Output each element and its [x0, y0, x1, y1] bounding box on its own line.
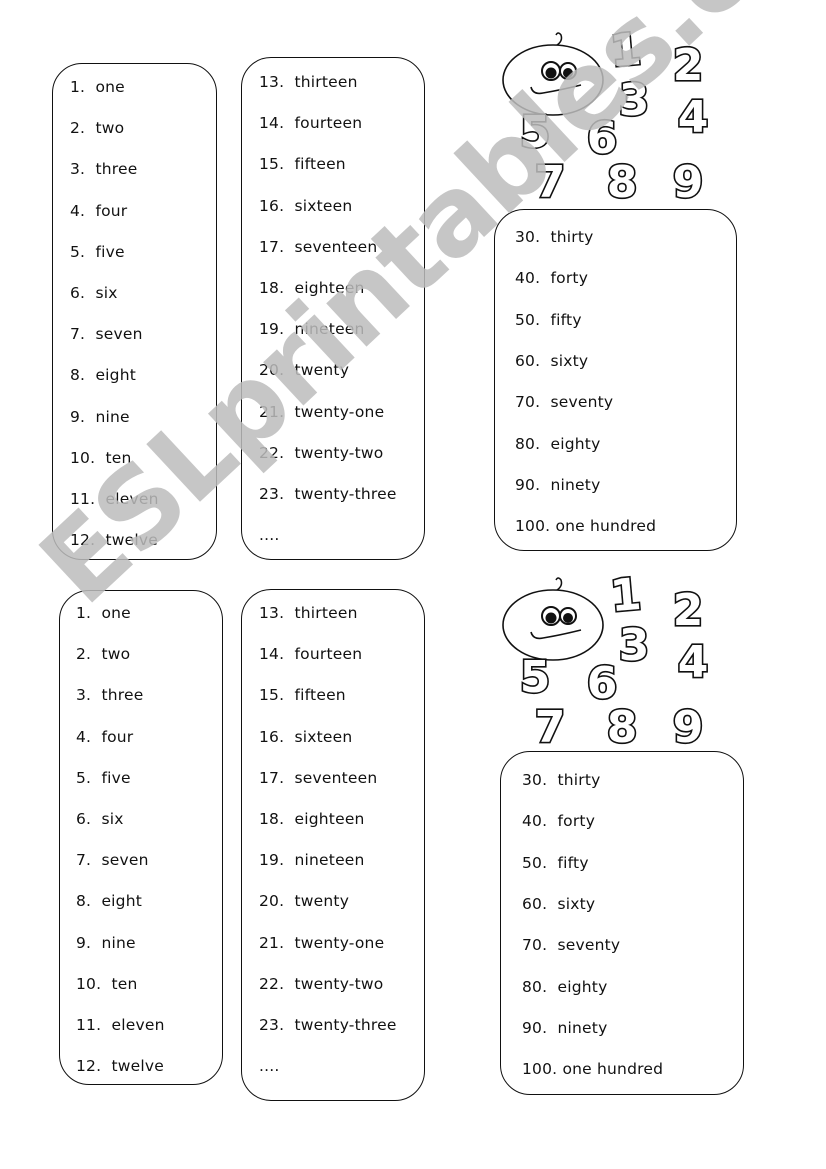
- number-word-item: 6. six: [70, 284, 118, 302]
- number-word-item: 1. one: [70, 78, 125, 96]
- number-word-item: 60. sixty: [515, 351, 589, 370]
- face-smile: [530, 629, 582, 640]
- number-word-item: 70. seventy: [522, 936, 621, 955]
- number-word-item: 13. thirteen: [259, 604, 358, 622]
- number-word-item: 19. nineteen: [259, 320, 365, 339]
- number-word-item: 100. one hundred: [515, 517, 657, 536]
- top-numbers-art: 1 23 45 67 8 9: [502, 25, 710, 205]
- number-word-item: 10. ten: [70, 448, 132, 467]
- number-word-item: 5. five: [76, 768, 131, 787]
- face-pupil-left: [545, 612, 557, 624]
- number-word-item: 10. ten: [76, 974, 138, 993]
- outlined-digit-1: 1: [608, 25, 643, 77]
- number-word-item: 22. twenty-two: [259, 974, 384, 993]
- number-word-item: 6. six: [76, 810, 124, 828]
- face-curl: [555, 577, 563, 591]
- number-word-item: ....: [259, 526, 280, 545]
- top-box-tens: [494, 209, 737, 551]
- outlined-digit-3: 3: [619, 620, 650, 671]
- number-word-item: 30. thirty: [522, 771, 601, 789]
- number-word-item: 60. sixty: [522, 894, 596, 913]
- number-word-item: 14. fourteen: [259, 114, 363, 133]
- number-word-item: 50. fifty: [515, 310, 582, 329]
- number-word-item: 8. eight: [70, 366, 137, 385]
- number-word-item: 8. eight: [76, 892, 143, 911]
- number-word-item: 4. four: [76, 727, 134, 746]
- number-word-item: 90. ninety: [515, 475, 601, 494]
- number-word-item: 9. nine: [70, 407, 130, 426]
- number-word-item: 9. nine: [76, 933, 136, 952]
- number-word-item: 13. thirteen: [259, 73, 358, 91]
- number-word-item: 15. fifteen: [259, 155, 346, 174]
- outlined-digit-8: 8: [607, 157, 638, 205]
- face-pupil-left: [545, 67, 557, 79]
- outlined-digit-2: 2: [673, 40, 704, 91]
- number-word-item: 7. seven: [70, 325, 143, 344]
- number-word-item: 23. twenty-three: [259, 485, 397, 503]
- number-word-item: 50. fifty: [522, 853, 589, 872]
- outlined-digit-9: 9: [673, 702, 704, 750]
- outlined-digit-5: 5: [520, 652, 551, 703]
- face-pupil-right: [563, 68, 573, 78]
- number-word-item: 4. four: [70, 201, 128, 220]
- number-word-item: 2. two: [76, 645, 131, 664]
- number-word-item: 11. eleven: [70, 490, 159, 508]
- number-word-item: 15. fifteen: [259, 686, 346, 705]
- number-word-item: 16. sixteen: [259, 727, 353, 746]
- number-word-item: 16. sixteen: [259, 196, 353, 215]
- number-word-item: 40. forty: [515, 269, 589, 288]
- number-word-item: 21. twenty-one: [259, 402, 385, 421]
- outlined-digit-7: 7: [535, 157, 566, 205]
- number-word-item: 17. seventeen: [259, 237, 378, 256]
- outlined-digit-1: 1: [608, 570, 643, 622]
- outlined-digit-2: 2: [673, 585, 704, 636]
- number-word-item: 17. seventeen: [259, 768, 378, 787]
- number-word-item: 3. three: [70, 160, 138, 179]
- bottom-box-1-12: [59, 590, 223, 1085]
- bottom-box-tens: [500, 751, 744, 1095]
- number-word-item: 12. twelve: [76, 1057, 165, 1076]
- face-smile: [530, 84, 582, 95]
- number-word-item: 80. eighty: [515, 434, 601, 453]
- face-curl: [555, 32, 563, 46]
- top-box-1-12: [52, 63, 217, 560]
- number-word-item: ....: [259, 1057, 280, 1076]
- number-word-item: 7. seven: [76, 851, 149, 870]
- number-word-item: 18. eighteen: [259, 279, 365, 297]
- number-word-item: 70. seventy: [515, 393, 614, 412]
- number-word-item: 100. one hundred: [522, 1060, 664, 1079]
- number-word-item: 90. ninety: [522, 1018, 608, 1037]
- number-word-item: 12. twelve: [70, 531, 159, 550]
- number-word-item: 14. fourteen: [259, 645, 363, 664]
- outlined-digit-5: 5: [520, 107, 551, 158]
- number-word-item: 19. nineteen: [259, 851, 365, 870]
- number-word-item: 23. twenty-three: [259, 1016, 397, 1034]
- outlined-digit-7: 7: [535, 702, 566, 750]
- number-word-item: 2. two: [70, 119, 125, 138]
- number-word-item: 21. twenty-one: [259, 933, 385, 952]
- number-word-item: 5. five: [70, 242, 125, 261]
- outlined-digit-4: 4: [678, 92, 709, 143]
- number-word-item: 40. forty: [522, 812, 596, 831]
- number-word-item: 20. twenty: [259, 361, 350, 380]
- outlined-digit-4: 4: [678, 637, 709, 688]
- outlined-digit-8: 8: [607, 702, 638, 750]
- number-word-item: 1. one: [76, 604, 131, 622]
- number-word-item: 20. twenty: [259, 892, 350, 911]
- number-word-item: 3. three: [76, 686, 144, 705]
- number-word-item: 30. thirty: [515, 228, 594, 246]
- outlined-digit-9: 9: [673, 157, 704, 205]
- number-word-item: 18. eighteen: [259, 810, 365, 828]
- number-word-item: 80. eighty: [522, 977, 608, 996]
- outlined-digit-3: 3: [619, 75, 650, 126]
- bottom-numbers-art: 1 23 45 67 8 9: [502, 570, 710, 750]
- face-pupil-right: [563, 613, 573, 623]
- number-word-item: 22. twenty-two: [259, 443, 384, 462]
- number-word-item: 11. eleven: [76, 1016, 165, 1034]
